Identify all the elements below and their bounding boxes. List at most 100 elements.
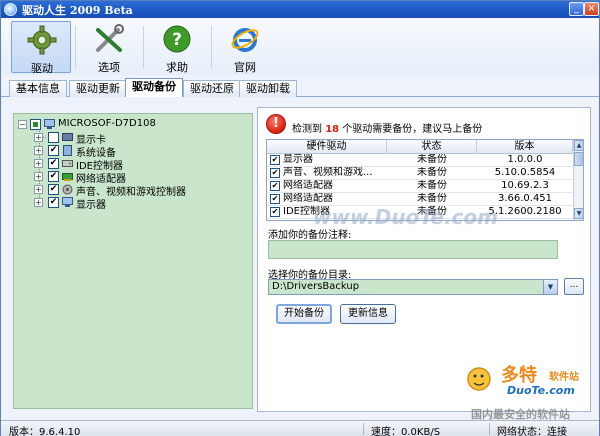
tools-icon — [96, 24, 124, 52]
main-toolbar: 驱动 选项 ? 求助 官网 — [1, 18, 599, 75]
speed-text: 速度：0.0KB/S — [371, 427, 441, 436]
tree-item[interactable]: + ✔ 网络适配器 — [26, 170, 248, 185]
watermark-url: DuoTe.com — [507, 384, 575, 397]
row-driver-name: 声音、视频和游戏... — [283, 167, 373, 178]
column-header-status[interactable]: 状态 — [387, 140, 477, 154]
display-card-icon — [62, 133, 73, 141]
tree-root[interactable]: − MICROSOF-D7D108 — [18, 118, 248, 131]
tree-item-checkbox[interactable]: ✔ — [48, 197, 59, 208]
close-button[interactable]: × — [584, 2, 599, 16]
toolbar-separator — [75, 26, 76, 68]
tab-driver-backup[interactable]: 驱动备份 — [125, 78, 183, 98]
status-bar: 版本：9.6.4.10 速度：0.0KB/S 网络状态：连接 — [1, 420, 599, 436]
table-row[interactable]: ✔ 声音、视频和游戏... 未备份 5.10.0.5854 — [267, 167, 573, 180]
backup-dir-value: D:\DriversBackup — [272, 281, 360, 292]
browse-button[interactable]: ... — [564, 278, 584, 295]
tree-item[interactable]: + ✔ 显示器 — [26, 196, 248, 211]
watermark-brand-suffix: 软件站 — [549, 372, 579, 383]
tab-bar: 基本信息 驱动更新 驱动备份 驱动还原 驱动卸载 — [1, 78, 599, 98]
chevron-down-icon[interactable]: ▼ — [543, 280, 557, 294]
toolbar-options-button[interactable]: 选项 — [79, 21, 139, 74]
backup-dir-select[interactable]: D:\DriversBackup ▼ — [268, 279, 558, 295]
device-tree[interactable]: − MICROSOF-D7D108 + 显示卡 + ✔ 系统设备 + ✔ IDE… — [13, 113, 253, 409]
version-text: 版本：9.6.4.10 — [9, 427, 81, 436]
toolbar-separator — [143, 26, 144, 68]
toolbar-website-label: 官网 — [234, 61, 256, 74]
tab-driver-restore[interactable]: 驱动还原 — [183, 80, 241, 97]
tab-driver-update[interactable]: 驱动更新 — [69, 80, 127, 97]
tree-item-label: 显示器 — [76, 200, 106, 211]
tree-item-checkbox[interactable]: ✔ — [48, 171, 59, 182]
refresh-info-button[interactable]: 更新信息 — [340, 304, 396, 324]
tree-item[interactable]: + ✔ 系统设备 — [26, 144, 248, 159]
sound-controller-icon — [62, 184, 73, 195]
column-header-version[interactable]: 版本 — [477, 140, 573, 154]
notice-prefix: 检测到 — [292, 124, 322, 135]
watermark-slogan: 国内最安全的软件站 — [471, 408, 570, 421]
toolbar-separator — [211, 26, 212, 68]
ie-icon — [231, 28, 259, 52]
table-row[interactable]: ✔ 显示器 未备份 1.0.0.0 — [267, 154, 573, 167]
row-checkbox[interactable]: ✔ — [270, 207, 280, 217]
expand-toggle[interactable]: + — [34, 198, 43, 207]
watermark-text: www.DuoTe.com — [313, 205, 498, 229]
tree-item-checkbox[interactable]: ✔ — [48, 145, 59, 156]
row-checkbox[interactable]: ✔ — [270, 181, 280, 191]
app-window: 驱动人生 2009 Beta _ × 驱动 选项 ? 求助 官网 基本信息 驱动… — [0, 0, 600, 436]
scroll-thumb[interactable] — [574, 152, 583, 166]
gear-icon — [27, 25, 57, 55]
row-driver-name: 网络适配器 — [283, 180, 333, 191]
tree-item-checkbox[interactable]: ✔ — [48, 158, 59, 169]
toolbar-driver-button[interactable]: 驱动 — [11, 21, 71, 75]
driver-count: 18 — [325, 124, 340, 135]
row-driver-name: 显示器 — [283, 154, 313, 165]
expand-toggle[interactable]: + — [34, 159, 43, 168]
grid-scrollbar[interactable]: ▲ ▼ — [573, 140, 583, 220]
tree-item[interactable]: + 显示卡 — [26, 131, 248, 146]
svg-text:?: ? — [172, 30, 182, 50]
warning-icon: ! — [266, 114, 286, 134]
toolbar-website-button[interactable]: 官网 — [215, 21, 275, 74]
tab-basic-info[interactable]: 基本信息 — [9, 80, 67, 97]
help-icon: ? — [163, 25, 191, 53]
toolbar-options-label: 选项 — [98, 61, 120, 74]
toolbar-help-label: 求助 — [166, 61, 188, 74]
row-checkbox[interactable]: ✔ — [270, 168, 280, 178]
row-checkbox[interactable]: ✔ — [270, 155, 280, 165]
collapse-toggle[interactable]: − — [18, 120, 27, 129]
tree-item[interactable]: + ✔ IDE控制器 — [26, 157, 248, 172]
table-row[interactable]: ✔ 网络适配器 未备份 10.69.2.3 — [267, 180, 573, 193]
title-bar[interactable]: 驱动人生 2009 Beta _ × — [1, 1, 599, 18]
expand-toggle[interactable]: + — [34, 133, 43, 142]
status-separator — [489, 423, 490, 435]
tree-item-checkbox[interactable]: ✔ — [48, 184, 59, 195]
tab-driver-uninstall[interactable]: 驱动卸载 — [239, 80, 297, 97]
minimize-button[interactable]: _ — [569, 2, 584, 16]
expand-toggle[interactable]: + — [34, 172, 43, 181]
start-backup-button[interactable]: 开始备份 — [276, 304, 332, 324]
expand-toggle[interactable]: + — [34, 185, 43, 194]
tree-item[interactable]: + ✔ 声音、视频和游戏控制器 — [26, 183, 248, 198]
scroll-down-button[interactable]: ▼ — [574, 208, 583, 219]
tree-root-checkbox[interactable] — [30, 119, 41, 130]
column-header-driver[interactable]: 硬件驱动 — [267, 140, 387, 154]
status-separator — [363, 423, 364, 435]
tree-item-checkbox[interactable] — [48, 132, 59, 143]
row-version: 5.10.0.5854 — [494, 167, 556, 178]
monitor-icon — [62, 197, 73, 207]
network-status-text: 网络状态：连接 — [497, 427, 567, 436]
tree-root-label: MICROSOF-D7D108 — [58, 118, 156, 129]
row-status: 未备份 — [417, 180, 447, 191]
system-device-icon — [63, 145, 72, 156]
backup-notice: 检测到 18 个驱动需要备份，建议马上备份 — [292, 120, 482, 135]
backup-note-input[interactable] — [268, 240, 558, 259]
row-checkbox[interactable]: ✔ — [270, 194, 280, 204]
scroll-up-button[interactable]: ▲ — [574, 140, 583, 151]
network-adapter-icon — [62, 173, 73, 181]
toolbar-help-button[interactable]: ? 求助 — [147, 21, 207, 74]
row-version: 1.0.0.0 — [507, 154, 543, 165]
app-logo-icon — [4, 3, 17, 16]
expand-toggle[interactable]: + — [34, 146, 43, 155]
grid-header: 硬件驱动 状态 版本 — [267, 140, 573, 154]
row-status: 未备份 — [417, 154, 447, 165]
